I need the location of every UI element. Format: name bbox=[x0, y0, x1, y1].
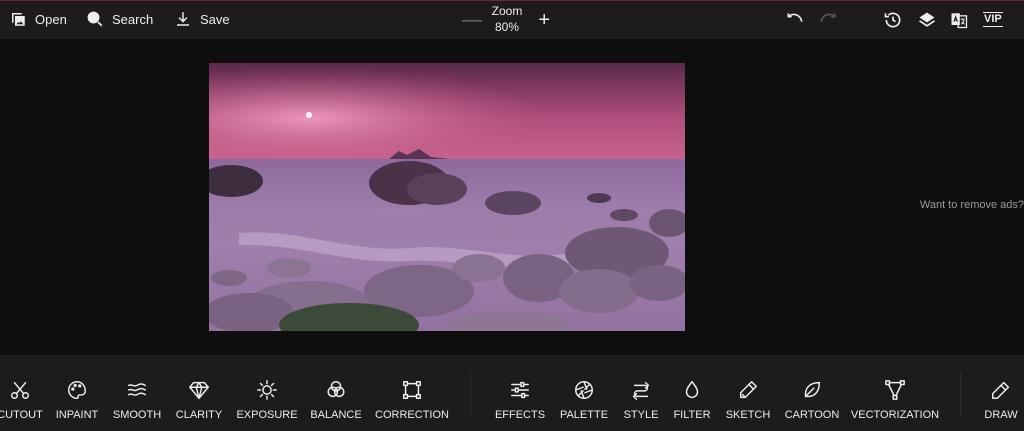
tool-palette[interactable]: PALETTE bbox=[560, 355, 608, 431]
color-circles-icon bbox=[327, 381, 345, 398]
aperture-icon bbox=[575, 381, 593, 399]
palette-brush-icon bbox=[68, 381, 86, 399]
tool-cartoon[interactable]: CARTOON bbox=[785, 355, 839, 431]
translate-button[interactable] bbox=[949, 10, 969, 30]
image-icon bbox=[12, 13, 25, 26]
tool-label: BALANCE bbox=[310, 409, 362, 421]
pencil-icon bbox=[739, 381, 757, 399]
tool-label: DRAW bbox=[984, 409, 1018, 421]
tool-label: FILTER bbox=[673, 409, 711, 421]
tool-label: EFFECTS bbox=[494, 409, 546, 421]
zoom-out-button[interactable]: — bbox=[462, 10, 482, 30]
tool-label: CLARITY bbox=[175, 409, 223, 421]
tool-filter[interactable]: FILTER bbox=[672, 355, 712, 431]
save-button[interactable]: Save bbox=[174, 10, 230, 28]
layers-icon bbox=[919, 12, 935, 27]
translate-icon bbox=[951, 13, 968, 29]
zoom-label: Zoom bbox=[491, 4, 523, 18]
diamond-icon bbox=[189, 381, 209, 399]
vector-nodes-icon bbox=[885, 380, 905, 400]
download-icon bbox=[177, 12, 189, 26]
tool-draw[interactable]: DRAW bbox=[983, 355, 1019, 431]
sun-icon bbox=[257, 380, 277, 400]
zoom-control: — Zoom 80% + bbox=[460, 4, 556, 36]
leaf-icon bbox=[804, 381, 821, 398]
tool-label: STYLE bbox=[623, 409, 659, 421]
waves-icon bbox=[128, 383, 146, 396]
zoom-value: 80% bbox=[494, 20, 520, 34]
tool-label: PALETTE bbox=[559, 409, 609, 421]
tool-label: CUTOUT bbox=[0, 409, 43, 421]
tool-smooth[interactable]: SMOOTH bbox=[113, 355, 161, 431]
edited-photo bbox=[209, 63, 685, 331]
coastal-sunset-image bbox=[209, 63, 685, 331]
save-label: Save bbox=[200, 11, 230, 27]
tool-vectorization[interactable]: VECTORIZATION bbox=[850, 355, 940, 431]
tools-toolbar: CUTOUT INPAINT SMOOTH CLARITY EXPOSURE B… bbox=[0, 355, 1024, 431]
redo-icon bbox=[820, 13, 836, 22]
open-label: Open bbox=[35, 11, 67, 27]
crop-frame-icon bbox=[403, 381, 421, 399]
tool-effects[interactable]: EFFECTS bbox=[494, 355, 546, 431]
tool-label: CORRECTION bbox=[375, 409, 449, 421]
tool-style[interactable]: STYLE bbox=[620, 355, 662, 431]
tool-label: SMOOTH bbox=[112, 409, 162, 421]
tool-inpaint[interactable]: INPAINT bbox=[54, 355, 100, 431]
scissors-icon bbox=[11, 381, 29, 399]
tool-label: EXPOSURE bbox=[236, 409, 298, 421]
tool-label: INPAINT bbox=[55, 409, 99, 421]
tool-balance[interactable]: BALANCE bbox=[310, 355, 362, 431]
sliders-icon bbox=[511, 381, 529, 399]
style-swirl-icon bbox=[632, 381, 650, 400]
history-button[interactable] bbox=[883, 10, 903, 30]
pen-icon bbox=[992, 381, 1010, 399]
tool-correction[interactable]: CORRECTION bbox=[375, 355, 449, 431]
tool-label: VECTORIZATION bbox=[850, 409, 940, 421]
globe-search-icon bbox=[87, 11, 103, 27]
remove-ads-link[interactable]: Want to remove ads? bbox=[920, 199, 1024, 211]
redo-button[interactable] bbox=[818, 10, 838, 30]
toolbar-divider bbox=[960, 371, 961, 417]
tool-exposure[interactable]: EXPOSURE bbox=[236, 355, 298, 431]
search-label: Search bbox=[112, 11, 154, 27]
search-button[interactable]: Search bbox=[86, 10, 153, 28]
top-toolbar: Open Search Save — Zoom 80% + VIP bbox=[0, 1, 1024, 39]
tool-sketch[interactable]: SKETCH bbox=[724, 355, 772, 431]
tool-label: SKETCH bbox=[725, 409, 771, 421]
tool-label: CARTOON bbox=[784, 409, 840, 421]
layers-button[interactable] bbox=[917, 10, 937, 30]
tool-clarity[interactable]: CLARITY bbox=[175, 355, 223, 431]
tool-cutout[interactable]: CUTOUT bbox=[0, 355, 43, 431]
undo-icon bbox=[787, 13, 803, 22]
toolbar-divider bbox=[470, 371, 471, 417]
undo-button[interactable] bbox=[785, 10, 805, 30]
zoom-in-button[interactable]: + bbox=[538, 10, 550, 30]
history-icon bbox=[884, 12, 901, 28]
open-button[interactable]: Open bbox=[9, 10, 67, 28]
droplet-icon bbox=[685, 381, 699, 398]
vip-button[interactable]: VIP bbox=[983, 12, 1003, 27]
